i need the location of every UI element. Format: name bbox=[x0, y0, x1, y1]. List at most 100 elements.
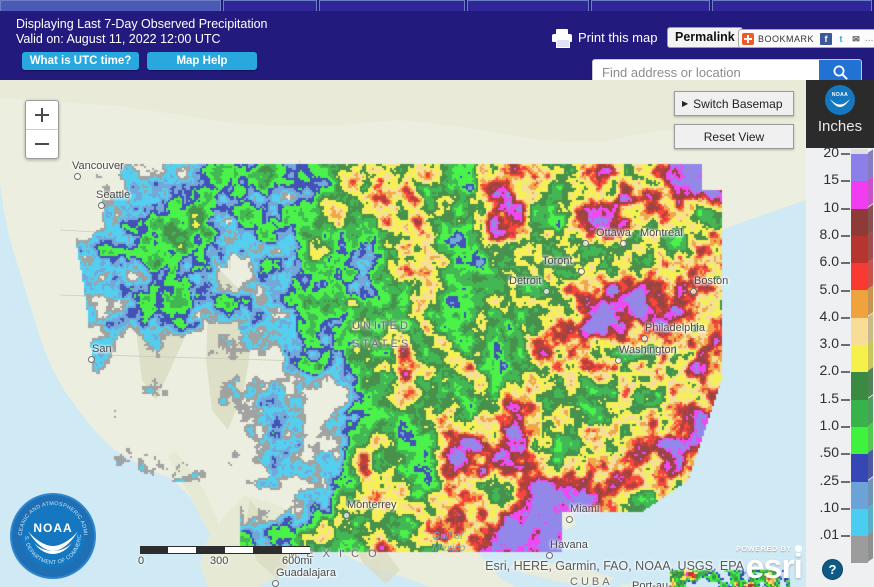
region-label: CUBA bbox=[570, 576, 613, 587]
city-marker bbox=[620, 240, 627, 247]
chevron-right-icon: ▶ bbox=[682, 99, 689, 108]
legend-tick-label: .25 bbox=[819, 471, 839, 488]
scale-label-600: 600mi bbox=[282, 555, 312, 567]
legend-swatch bbox=[851, 504, 873, 537]
nav-tab-6[interactable] bbox=[711, 0, 872, 11]
legend-tick-label: 2.0 bbox=[819, 362, 839, 379]
legend-tick-dash bbox=[841, 426, 850, 429]
legend-tick-label: .01 bbox=[819, 526, 839, 543]
city-marker bbox=[343, 512, 350, 519]
legend-tick-dash bbox=[841, 316, 850, 319]
legend-tick-label: .50 bbox=[819, 444, 839, 461]
legend-colorbar: 20 15 10 8.0 6.0 5.0 4.0 3.0 2.0 1.5 1.0 .50 .25 .10.… bbox=[806, 144, 874, 587]
city-marker bbox=[615, 357, 622, 364]
nav-tab-1[interactable] bbox=[0, 0, 221, 11]
legend-tick-dash bbox=[841, 180, 850, 183]
reset-view-label: Reset View bbox=[703, 129, 765, 144]
map-help-button[interactable]: Map Help bbox=[147, 52, 257, 70]
legend-tick-dash bbox=[841, 234, 850, 237]
nav-tab-5[interactable] bbox=[591, 0, 710, 11]
reset-view-button[interactable]: Reset View bbox=[674, 124, 794, 149]
legend-swatch bbox=[851, 285, 873, 318]
legend-swatch bbox=[851, 531, 873, 564]
city-marker bbox=[88, 356, 95, 363]
page-title: Displaying Last 7-Day Observed Precipita… bbox=[16, 17, 268, 31]
precipitation-layer bbox=[0, 80, 806, 587]
legend-swatch bbox=[851, 203, 873, 236]
top-tab-strip bbox=[0, 0, 874, 12]
search-icon bbox=[833, 65, 848, 80]
permalink-button[interactable]: Permalink bbox=[667, 27, 743, 48]
switch-basemap-button[interactable]: ▶ Switch Basemap bbox=[674, 91, 794, 116]
esri-wordmark: esri bbox=[745, 548, 803, 586]
more-share-options-icon[interactable]: ... bbox=[865, 33, 873, 44]
legend-swatch bbox=[851, 340, 873, 373]
page-header: Displaying Last 7-Day Observed Precipita… bbox=[0, 12, 874, 86]
legend-swatch bbox=[851, 313, 873, 346]
print-map-label: Print this map bbox=[578, 29, 658, 45]
legend-swatch bbox=[851, 176, 873, 209]
legend-tick-label: 10 bbox=[823, 198, 839, 215]
noaa-seal-logo: NATIONAL OCEANIC AND ATMOSPHERIC ADMINIS… bbox=[10, 493, 96, 579]
region-label: UNITED bbox=[352, 320, 411, 332]
legend-swatch bbox=[851, 231, 873, 264]
legend-swatch bbox=[851, 367, 873, 400]
legend-tick-label: .10 bbox=[819, 498, 839, 515]
legend-tick-label: 5.0 bbox=[819, 280, 839, 297]
legend-swatch bbox=[851, 394, 873, 427]
email-icon[interactable]: ✉ bbox=[850, 32, 863, 45]
nav-tab-2[interactable] bbox=[222, 0, 318, 11]
legend-header: NOAA Inches bbox=[806, 80, 874, 148]
legend-tick-label: 8.0 bbox=[819, 225, 839, 242]
city-marker bbox=[98, 202, 105, 209]
nav-tab-4[interactable] bbox=[466, 0, 590, 11]
zoom-out-button[interactable] bbox=[26, 130, 58, 158]
city-marker bbox=[690, 288, 697, 295]
legend-tick-label: 15 bbox=[823, 171, 839, 188]
facebook-icon[interactable]: f bbox=[820, 32, 833, 45]
legend-swatch bbox=[851, 149, 873, 182]
legend-tick-label: 3.0 bbox=[819, 335, 839, 352]
minus-icon bbox=[35, 137, 49, 151]
city-marker bbox=[641, 335, 648, 342]
scale-label-0: 0 bbox=[138, 555, 145, 567]
scale-bar-track bbox=[140, 546, 310, 554]
legend-tick-dash bbox=[841, 371, 850, 374]
switch-basemap-label: Switch Basemap bbox=[693, 96, 783, 111]
legend-help-icon[interactable]: ? bbox=[822, 559, 843, 580]
city-marker bbox=[543, 288, 550, 295]
water-label: Mexico bbox=[432, 542, 466, 554]
print-map-button[interactable]: Print this map bbox=[552, 26, 657, 48]
zoom-controls bbox=[25, 100, 59, 159]
legend-panel: NOAA Inches 20 15 10 8.0 6.0 5.0 4.0 3.0 2.0 1.5 1… bbox=[806, 80, 874, 587]
bookmark-label: BOOKMARK bbox=[758, 33, 815, 44]
twitter-icon[interactable]: t bbox=[835, 32, 848, 45]
legend-tick-dash bbox=[841, 507, 850, 510]
add-bookmark-icon[interactable] bbox=[742, 32, 754, 45]
city-marker bbox=[272, 580, 279, 587]
valid-time-text: Valid on: August 11, 2022 12:00 UTC bbox=[16, 32, 221, 46]
legend-tick-dash bbox=[841, 289, 850, 292]
plus-icon bbox=[35, 108, 49, 122]
legend-tick-dash bbox=[841, 207, 850, 210]
water-label: Gulf of bbox=[432, 530, 463, 542]
nav-tab-3[interactable] bbox=[319, 0, 465, 11]
legend-swatch-stack bbox=[851, 149, 873, 564]
legend-tick-label: 1.5 bbox=[819, 389, 839, 406]
city-marker bbox=[74, 173, 81, 180]
scale-bar-labels: 0 300 600mi bbox=[138, 555, 312, 569]
what-is-utc-button[interactable]: What is UTC time? bbox=[22, 52, 139, 70]
legend-units-label: Inches bbox=[817, 118, 863, 135]
legend-swatch bbox=[851, 449, 873, 482]
legend-swatch bbox=[851, 258, 873, 291]
map-viewport[interactable]: Vancouver Seattle Ottawa Montreal Toront Detr… bbox=[0, 80, 806, 587]
legend-tick-label: 4.0 bbox=[819, 307, 839, 324]
scale-bar: 0 300 600mi bbox=[138, 546, 312, 569]
bookmark-widget[interactable]: BOOKMARK f t ✉ ... bbox=[738, 29, 874, 48]
legend-tick-label: 1.0 bbox=[819, 417, 839, 434]
legend-tick-dash bbox=[841, 153, 850, 155]
city-marker bbox=[546, 552, 553, 559]
zoom-in-button[interactable] bbox=[26, 101, 58, 130]
city-marker bbox=[578, 268, 585, 275]
legend-tick-dash bbox=[841, 480, 850, 483]
